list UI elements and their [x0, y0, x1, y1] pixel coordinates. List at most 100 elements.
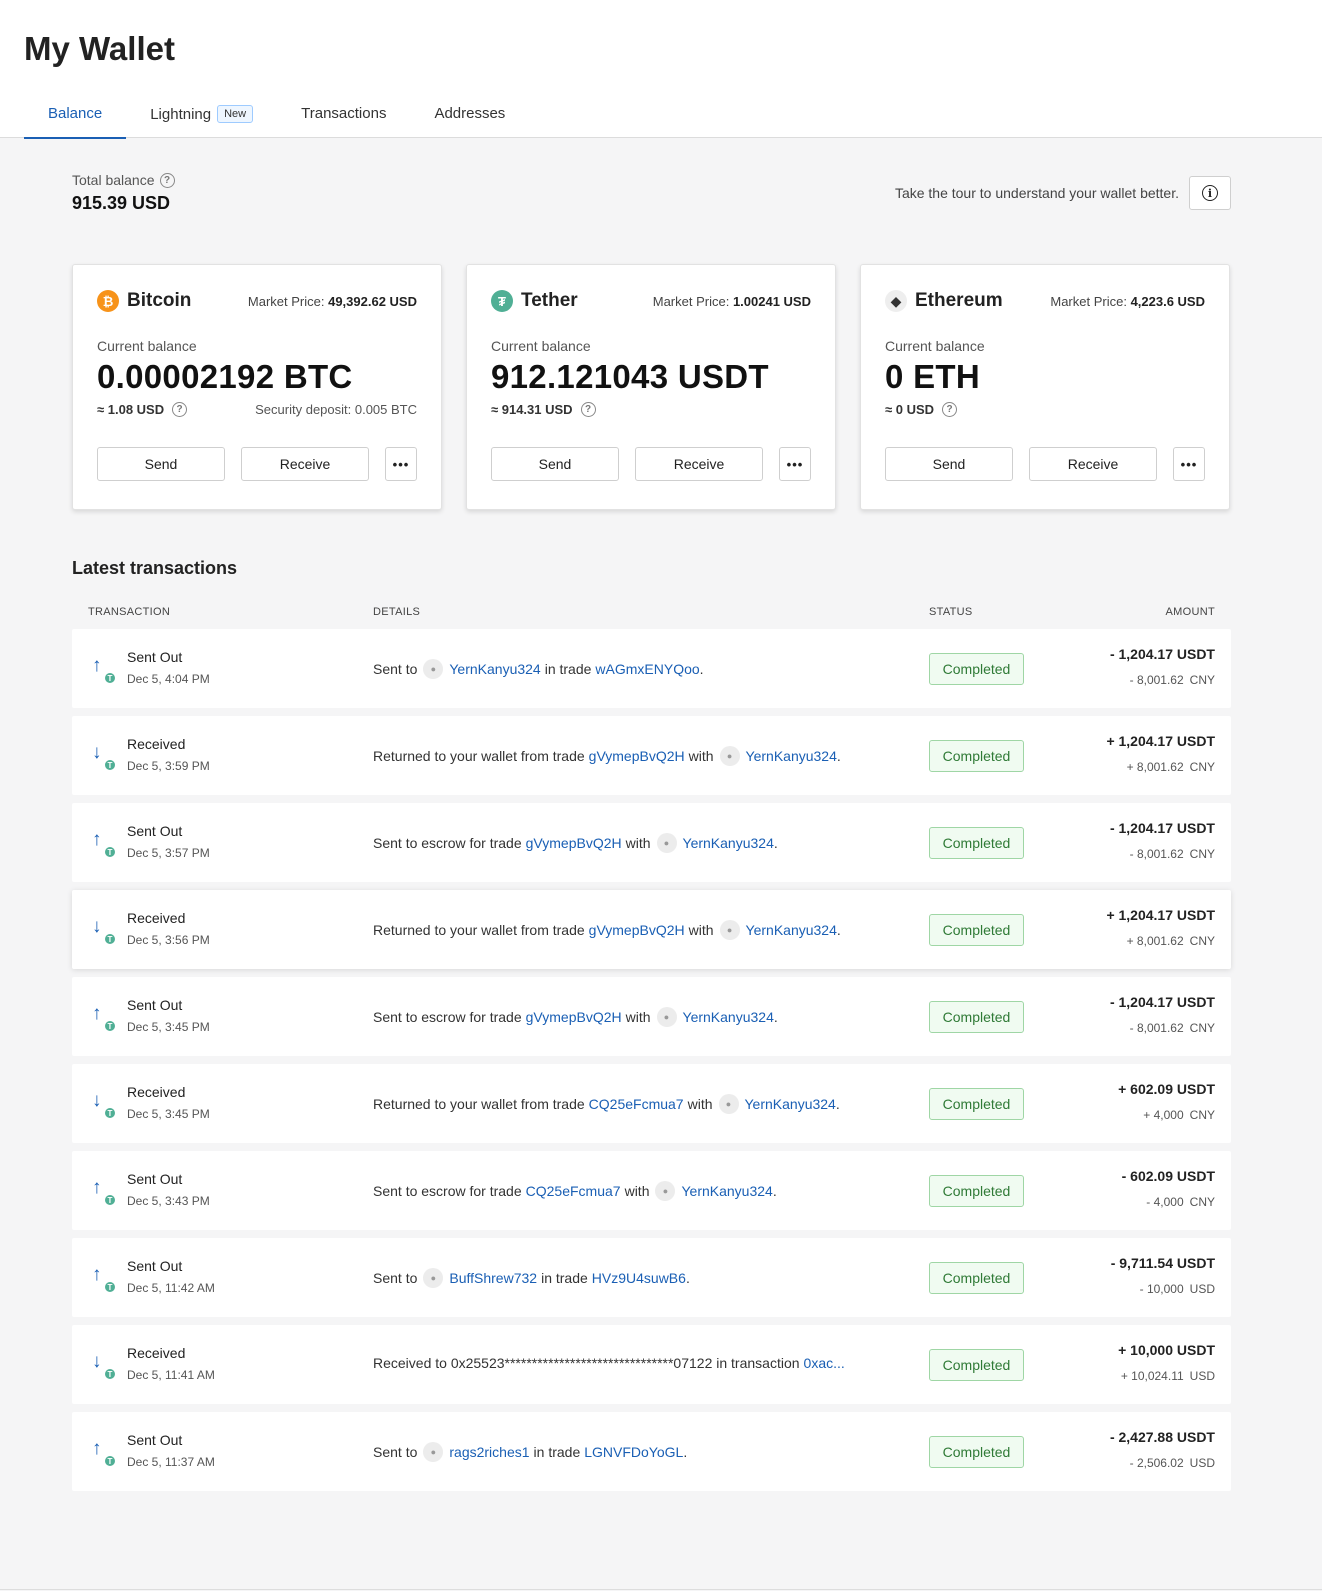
user-avatar-icon: ●	[718, 1094, 739, 1114]
tour-prompt: Take the tour to understand your wallet …	[895, 176, 1231, 210]
transaction-date: Dec 5, 3:45 PM	[127, 1107, 210, 1121]
user-link[interactable]: YernKanyu324	[681, 1183, 772, 1199]
trade-link[interactable]: HVz9U4suwB6	[592, 1270, 686, 1286]
help-icon[interactable]: ?	[159, 172, 175, 188]
wallet-card-bitcoin: ₿ Bitcoin Market Price: 49,392.62 USD Cu…	[72, 264, 442, 510]
receive-button[interactable]: Receive	[241, 447, 369, 481]
send-button[interactable]: Send	[97, 447, 225, 481]
more-options-button[interactable]: •••	[1173, 447, 1205, 481]
transaction-details: Returned to your wallet from trade CQ25eF…	[373, 1094, 840, 1114]
status-badge: Completed	[929, 827, 1024, 859]
receive-button[interactable]: Receive	[1029, 447, 1157, 481]
trade-link[interactable]: CQ25eFcmua7	[526, 1183, 621, 1199]
more-options-button[interactable]: •••	[385, 447, 417, 481]
send-button[interactable]: Send	[885, 447, 1013, 481]
table-row[interactable]: ↑ T Sent Out Dec 5, 3:57 PM Sent to escr…	[72, 803, 1231, 882]
fiat-currency: CNY	[1189, 934, 1215, 948]
coin-name: Tether	[521, 290, 578, 311]
market-price-value: 1.00241 USD	[732, 293, 811, 309]
user-link[interactable]: YernKanyu324	[449, 661, 540, 677]
user-link[interactable]: BuffShrew732	[449, 1270, 537, 1286]
tether-icon: T	[104, 1020, 116, 1032]
table-row[interactable]: ↑ T Sent Out Dec 5, 11:37 AM Sent to ● rag…	[72, 1412, 1231, 1491]
user-avatar-icon: ●	[423, 659, 444, 679]
transaction-type: Received	[127, 1084, 186, 1100]
user-link[interactable]: YernKanyu324	[746, 922, 837, 938]
help-icon[interactable]: ?	[580, 402, 596, 417]
arrow-up-icon: ↑ T	[92, 830, 116, 858]
arrow-down-icon: ↓ T	[92, 1091, 116, 1119]
wallet-card-tether: ₮ Tether Market Price: 1.00241 USD Curre…	[466, 264, 836, 510]
coin-name: Bitcoin	[127, 290, 192, 311]
amount-fiat: + 10,024.11 USD	[1120, 1369, 1215, 1383]
tab-transactions[interactable]: Transactions	[277, 96, 410, 138]
amount-crypto: - 602.09 USDT	[1121, 1168, 1215, 1184]
transaction-type: Sent Out	[127, 1258, 183, 1274]
table-row[interactable]: ↑ T Sent Out Dec 5, 4:04 PM Sent to ● Yern…	[72, 629, 1231, 708]
transaction-date: Dec 5, 11:37 AM	[127, 1455, 215, 1469]
transaction-details: Received to 0x25523*********************…	[373, 1355, 845, 1371]
help-icon[interactable]: ?	[172, 402, 188, 417]
trade-link[interactable]: wAGmxENYQoo	[595, 661, 699, 677]
amount-crypto: + 1,204.17 USDT	[1106, 907, 1215, 923]
user-link[interactable]: YernKanyu324	[683, 835, 774, 851]
user-avatar-icon: ●	[719, 746, 740, 766]
market-price-value: 4,223.6 USD	[1130, 293, 1205, 309]
tab-addresses[interactable]: Addresses	[410, 96, 529, 138]
tab-label: Transactions	[301, 105, 387, 122]
current-balance-label: Current balance	[885, 338, 985, 354]
status-badge: Completed	[929, 1436, 1024, 1468]
trade-link[interactable]: gVymepBvQ2H	[589, 922, 685, 938]
user-link[interactable]: YernKanyu324	[746, 748, 837, 764]
send-button[interactable]: Send	[491, 447, 619, 481]
detail-text: .	[836, 748, 841, 764]
trade-link[interactable]: gVymepBvQ2H	[526, 835, 622, 851]
table-row[interactable]: ↓ T Received Dec 5, 3:45 PM Returned to …	[72, 1064, 1231, 1143]
detail-text: with	[688, 748, 714, 764]
col-status: STATUS	[929, 606, 973, 618]
table-row[interactable]: ↓ T Received Dec 5, 3:59 PM Returned to …	[72, 716, 1231, 795]
table-row[interactable]: ↓ T Received Dec 5, 11:41 AM Received to…	[72, 1325, 1231, 1404]
wallet-card-ethereum: ◆ Ethereum Market Price: 4,223.6 USD Cur…	[860, 264, 1230, 510]
transactions-header: TRANSACTION DETAILS STATUS AMOUNT	[72, 606, 1231, 620]
current-balance-label: Current balance	[491, 338, 591, 354]
tab-balance[interactable]: Balance	[24, 96, 127, 139]
user-link[interactable]: rags2riches1	[449, 1444, 529, 1460]
amount-crypto: - 1,204.17 USDT	[1109, 820, 1215, 836]
tether-icon: T	[104, 1194, 116, 1206]
more-options-button[interactable]: •••	[779, 447, 811, 481]
transaction-details: Sent to ● BuffShrew732 in trade HVz9U4suwB6.	[373, 1268, 690, 1288]
receive-button[interactable]: Receive	[635, 447, 763, 481]
user-link[interactable]: YernKanyu324	[745, 1096, 836, 1112]
detail-text: Sent to	[373, 661, 418, 677]
page-title: My Wallet	[24, 30, 175, 67]
user-link[interactable]: YernKanyu324	[683, 1009, 774, 1025]
fiat-currency: USD	[1189, 1369, 1215, 1383]
trade-link[interactable]: 0xac...	[804, 1355, 845, 1371]
table-row[interactable]: ↑ T Sent Out Dec 5, 3:45 PM Sent to escr…	[72, 977, 1231, 1056]
ethereum-icon: ◆	[885, 290, 907, 312]
coin-name: Ethereum	[915, 290, 1003, 311]
arrow-up-icon: ↑ T	[92, 1265, 116, 1293]
trade-link[interactable]: gVymepBvQ2H	[526, 1009, 622, 1025]
trade-link[interactable]: CQ25eFcmua7	[589, 1096, 684, 1112]
help-icon[interactable]: ?	[942, 402, 958, 417]
detail-text: .	[835, 1096, 840, 1112]
detail-text: with	[625, 1009, 651, 1025]
transaction-date: Dec 5, 3:43 PM	[127, 1194, 210, 1208]
total-balance: Total balance ? 915.39 USD	[72, 172, 175, 214]
tab-lightning[interactable]: Lightning New	[126, 96, 277, 138]
transaction-details: Sent to ● YernKanyu324 in trade wAGmxENYQoo.	[373, 659, 704, 679]
security-deposit: Security deposit: 0.005 BTC	[255, 402, 417, 417]
tour-button[interactable]: i	[1189, 176, 1231, 210]
fiat-currency: USD	[1189, 1456, 1215, 1470]
trade-link[interactable]: LGNVFDoYoGL	[584, 1444, 683, 1460]
table-row[interactable]: ↑ T Sent Out Dec 5, 3:43 PM Sent to escr…	[72, 1151, 1231, 1230]
transaction-type: Sent Out	[127, 997, 183, 1013]
trade-link[interactable]: gVymepBvQ2H	[589, 748, 685, 764]
table-row[interactable]: ↑ T Sent Out Dec 5, 11:42 AM Sent to ● Buf…	[72, 1238, 1231, 1317]
arrow-down-icon: ↓ T	[92, 743, 116, 771]
approx-fiat: ≈ 914.31 USD	[491, 402, 573, 417]
table-row[interactable]: ↓ T Received Dec 5, 3:56 PM Returned to …	[72, 890, 1231, 969]
arrow-up-icon: ↑ T	[92, 1439, 116, 1467]
